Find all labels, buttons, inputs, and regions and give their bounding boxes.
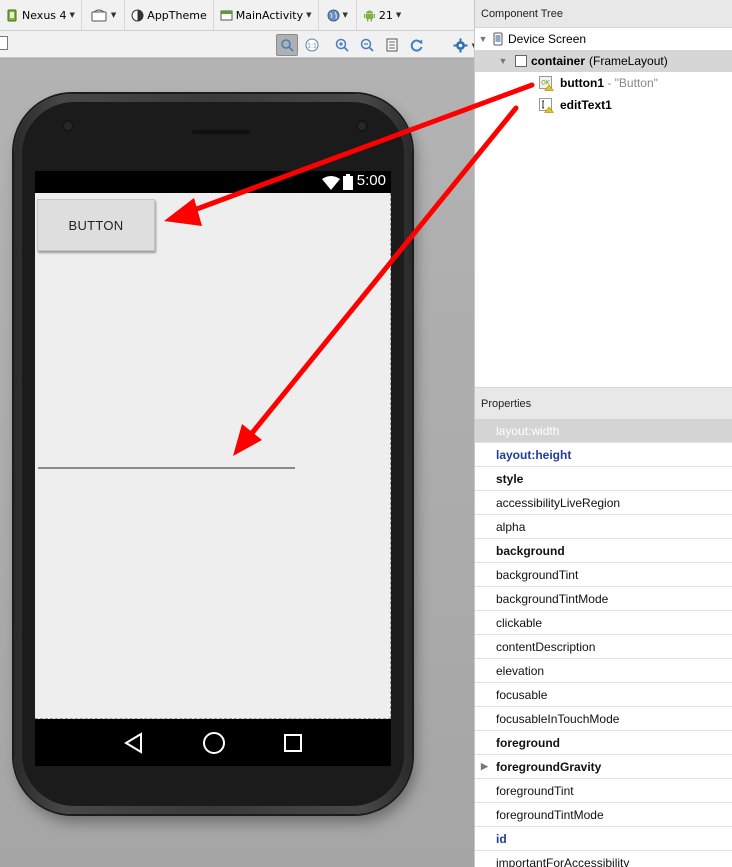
wifi-icon (322, 176, 340, 190)
property-clickable[interactable]: clickable (475, 611, 732, 635)
button1-separator: - (604, 76, 615, 90)
tree-item-edittext1[interactable]: editText1 (475, 94, 732, 116)
tree-item-button1[interactable]: OK button1 - "Button" (475, 72, 732, 94)
front-camera-icon (356, 120, 368, 132)
device-screen: 5:00 BUTTON (35, 171, 391, 766)
locale-selector[interactable]: ▼ (319, 0, 357, 30)
orientation-icon (91, 9, 107, 21)
refresh-button[interactable] (406, 34, 428, 56)
property-elevation[interactable]: elevation (475, 659, 732, 683)
chevron-down-icon: ▼ (110, 11, 117, 19)
edittext-widget-icon (539, 97, 554, 113)
navigation-bar (35, 719, 391, 766)
edittext1-id-label: editText1 (560, 98, 612, 112)
container-id-label: container (531, 54, 586, 68)
edittext1-widget[interactable] (38, 467, 295, 469)
zoom-out-icon (360, 38, 374, 52)
activity-icon (220, 10, 233, 20)
status-icons (322, 174, 353, 190)
api-level-selector[interactable]: 21 ▼ (357, 0, 407, 30)
property-important-for-accessibility[interactable]: importantForAccessibility (475, 851, 732, 867)
component-tree: ▼ Device Screen ▼ container (FrameLayout… (475, 28, 732, 386)
palette-toggle-icon[interactable] (0, 36, 8, 50)
tree-item-device-screen[interactable]: ▼ Device Screen (475, 28, 732, 50)
property-foreground-tint-mode[interactable]: foregroundTintMode (475, 803, 732, 827)
android-icon (363, 10, 375, 21)
component-tree-header: Component Tree (475, 0, 732, 28)
collapse-triangle-icon[interactable]: ▼ (477, 34, 489, 44)
settings-button[interactable]: ▼ (449, 34, 477, 56)
chevron-down-icon: ▼ (342, 11, 348, 19)
chevron-down-icon: ▼ (395, 11, 402, 19)
activity-selector[interactable]: MainActivity ▼ (214, 0, 319, 30)
actual-size-button[interactable]: 1:1 (301, 34, 323, 56)
property-style[interactable]: style (475, 467, 732, 491)
recents-icon[interactable] (283, 733, 303, 753)
device-selector[interactable]: Nexus 4 ▼ (0, 0, 82, 30)
device-label: Nexus 4 (22, 8, 67, 22)
speaker-grille (192, 130, 250, 134)
theme-icon (131, 9, 144, 21)
property-foreground-gravity-label: foregroundGravity (496, 759, 602, 774)
property-layout-width[interactable]: layout:width (475, 419, 732, 443)
expand-triangle-icon[interactable]: ▶ (481, 761, 488, 772)
right-panel: Component Tree ▼ Device Screen ▼ contain… (474, 0, 732, 867)
button1-widget[interactable]: BUTTON (37, 199, 155, 251)
property-layout-height[interactable]: layout:height (475, 443, 732, 467)
theme-label: AppTheme (147, 8, 207, 22)
collapse-triangle-icon[interactable]: ▼ (497, 56, 509, 66)
properties-header-wrap: Properties (475, 387, 732, 420)
chevron-down-icon: ▼ (306, 11, 312, 19)
zoom-out-button[interactable] (356, 34, 378, 56)
button-widget-icon: OK (539, 75, 554, 91)
activity-label: MainActivity (235, 8, 304, 22)
globe-icon (327, 9, 340, 21)
property-background[interactable]: background (475, 539, 732, 563)
property-foreground-tint[interactable]: foregroundTint (475, 779, 732, 803)
property-content-description[interactable]: contentDescription (475, 635, 732, 659)
zoom-in-icon (335, 38, 349, 52)
status-bar: 5:00 (35, 171, 391, 193)
tree-item-container[interactable]: ▼ container (FrameLayout) (475, 50, 732, 72)
device-icon (7, 9, 17, 21)
container-type-label: (FrameLayout) (589, 54, 668, 68)
property-id[interactable]: id (475, 827, 732, 851)
zoom-fit-icon (281, 39, 294, 52)
property-background-tint-mode[interactable]: backgroundTintMode (475, 587, 732, 611)
gear-icon (453, 38, 467, 52)
property-background-tint[interactable]: backgroundTint (475, 563, 732, 587)
back-icon[interactable] (123, 731, 145, 754)
device-screen-icon (493, 32, 503, 46)
property-foreground-gravity[interactable]: ▶ foregroundGravity (475, 755, 732, 779)
home-icon[interactable] (202, 731, 226, 755)
property-accessibility-live-region[interactable]: accessibilityLiveRegion (475, 491, 732, 515)
orientation-selector[interactable]: ▼ (82, 0, 126, 30)
refresh-icon (410, 39, 423, 52)
chevron-down-icon: ▼ (69, 11, 75, 19)
status-time: 5:00 (356, 172, 386, 189)
svg-text:1:1: 1:1 (307, 43, 317, 50)
property-foreground[interactable]: foreground (475, 731, 732, 755)
actual-size-icon: 1:1 (305, 38, 319, 52)
screenshot-button[interactable] (381, 34, 403, 56)
sensor-icon (62, 120, 74, 132)
framelayout-icon (515, 55, 527, 67)
api-level-label: 21 (378, 8, 393, 22)
theme-selector[interactable]: AppTheme (125, 0, 214, 30)
framelayout-container[interactable]: BUTTON (35, 193, 391, 719)
property-focusable-in-touch-mode[interactable]: focusableInTouchMode (475, 707, 732, 731)
property-alpha[interactable]: alpha (475, 515, 732, 539)
zoom-toolbar: 1:1 ▼ (0, 31, 477, 58)
document-icon (386, 38, 398, 52)
properties-header: Properties (475, 388, 732, 420)
device-screen-label: Device Screen (508, 32, 587, 46)
properties-list: layout:width layout:height style accessi… (475, 419, 732, 867)
zoom-in-button[interactable] (331, 34, 353, 56)
button1-text-label: "Button" (614, 76, 658, 90)
battery-icon (343, 174, 353, 190)
layout-editor-toolbar: Nexus 4 ▼ ▼ AppTheme MainActivity ▼ ▼ 21… (0, 0, 474, 31)
zoom-to-fit-button[interactable] (276, 34, 298, 56)
button1-id-label: button1 (560, 76, 604, 90)
property-focusable[interactable]: focusable (475, 683, 732, 707)
